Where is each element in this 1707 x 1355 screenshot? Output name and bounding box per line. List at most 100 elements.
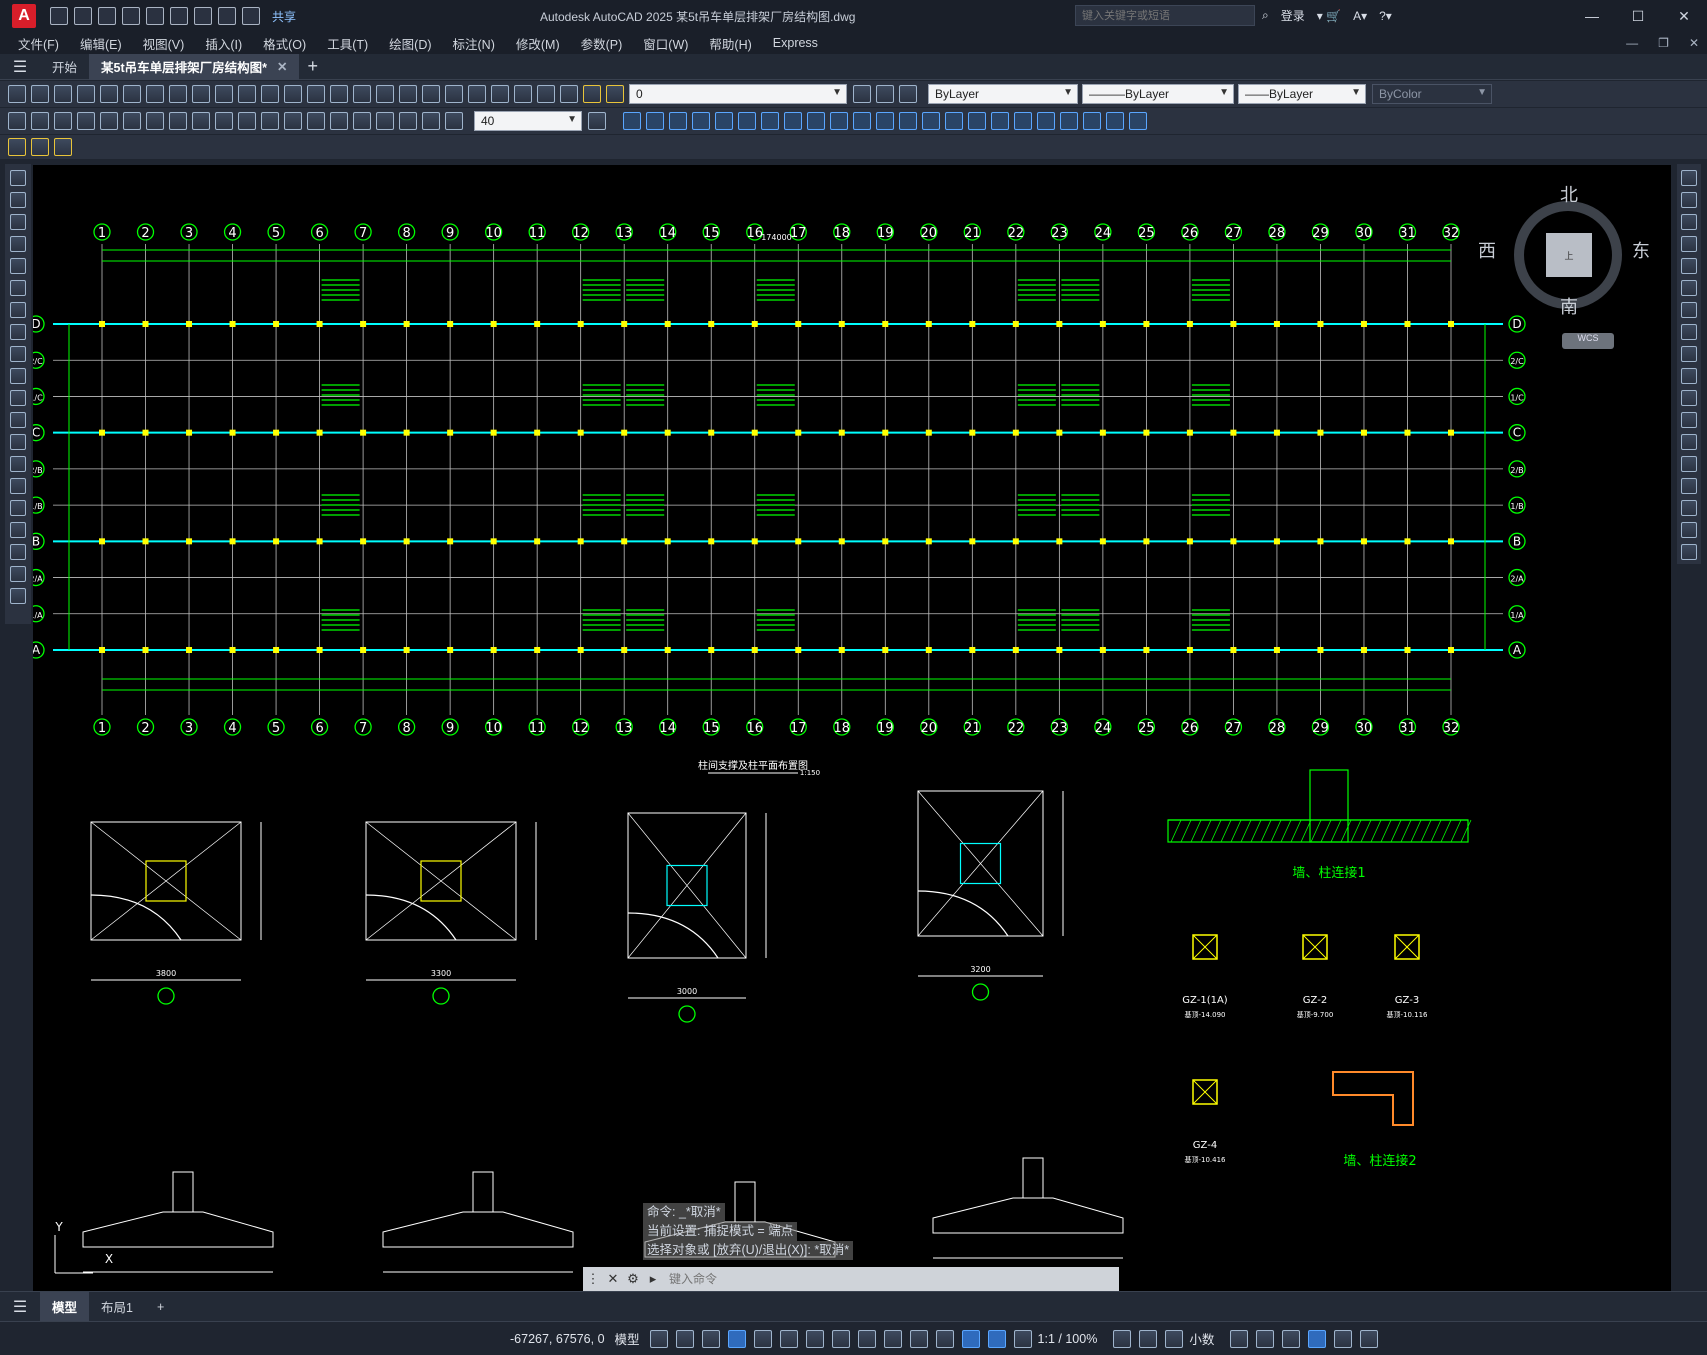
circle-icon[interactable] bbox=[10, 302, 26, 318]
auto-scale-icon[interactable] bbox=[987, 1329, 1006, 1348]
scale-icon[interactable] bbox=[784, 112, 802, 130]
viewcube[interactable]: 上 北 南 东 西 bbox=[1478, 181, 1650, 331]
polar-tracking-icon[interactable] bbox=[779, 1329, 798, 1348]
model-space-toggle[interactable]: 模型 bbox=[615, 1329, 640, 1348]
ordinate-icon[interactable] bbox=[77, 112, 95, 130]
dim-space-icon[interactable] bbox=[261, 112, 279, 130]
selection-cycling-icon[interactable] bbox=[935, 1329, 954, 1348]
dynamic-input-icon[interactable] bbox=[727, 1329, 746, 1348]
properties-icon[interactable] bbox=[399, 85, 417, 103]
mirror-icon[interactable] bbox=[669, 112, 687, 130]
linear-dim-icon[interactable] bbox=[8, 112, 26, 130]
menu-tools[interactable]: 工具(T) bbox=[327, 34, 368, 53]
ortho-icon[interactable] bbox=[753, 1329, 772, 1348]
coordinates-readout[interactable]: -67267, 67576, 0 bbox=[510, 1332, 605, 1346]
move-side-icon[interactable] bbox=[1681, 280, 1697, 296]
center-mark-icon[interactable] bbox=[330, 112, 348, 130]
extend-icon[interactable] bbox=[853, 112, 871, 130]
search-input[interactable] bbox=[1075, 5, 1255, 26]
print-icon[interactable] bbox=[77, 85, 95, 103]
menu-window[interactable]: 窗口(W) bbox=[643, 34, 688, 53]
insert-block-icon[interactable] bbox=[10, 412, 26, 428]
rotate-side-icon[interactable] bbox=[1681, 302, 1697, 318]
lineweight-icon[interactable] bbox=[883, 1329, 902, 1348]
dim-update-icon[interactable] bbox=[445, 112, 463, 130]
blend-icon[interactable] bbox=[991, 112, 1009, 130]
construction-line-icon[interactable] bbox=[10, 192, 26, 208]
pan-icon[interactable] bbox=[307, 85, 325, 103]
help-tool-icon[interactable] bbox=[537, 85, 555, 103]
batch-plot-icon[interactable] bbox=[54, 138, 72, 156]
spline-icon[interactable] bbox=[10, 346, 26, 362]
compass-east[interactable]: 东 bbox=[1632, 237, 1650, 263]
new-icon[interactable] bbox=[50, 7, 68, 25]
open-web-icon[interactable] bbox=[146, 7, 164, 25]
draworder-icon[interactable] bbox=[1106, 112, 1124, 130]
workspace-gear-icon[interactable] bbox=[1113, 1329, 1132, 1348]
break-icon[interactable] bbox=[876, 112, 894, 130]
redo-tool-icon[interactable] bbox=[284, 85, 302, 103]
snap-icon[interactable] bbox=[675, 1329, 694, 1348]
search-icon[interactable]: ⌕ bbox=[1262, 8, 1269, 23]
erase-side-icon[interactable] bbox=[1681, 170, 1697, 186]
jogged-icon[interactable] bbox=[123, 112, 141, 130]
drawing-minimize-button[interactable]: — bbox=[1626, 36, 1638, 50]
markup-icon[interactable] bbox=[491, 85, 509, 103]
menu-format[interactable]: 格式(O) bbox=[263, 34, 306, 53]
close-command-icon[interactable]: ✕ bbox=[603, 1271, 623, 1287]
stretch-icon[interactable] bbox=[807, 112, 825, 130]
object-snap-icon[interactable] bbox=[857, 1329, 876, 1348]
publish-icon[interactable] bbox=[123, 85, 141, 103]
explode-side-icon[interactable] bbox=[1681, 544, 1697, 560]
rectangle-icon[interactable] bbox=[10, 258, 26, 274]
isodraft-icon[interactable] bbox=[805, 1329, 824, 1348]
redo-icon[interactable] bbox=[242, 7, 260, 25]
table-icon[interactable] bbox=[10, 544, 26, 560]
menu-parametric[interactable]: 参数(P) bbox=[581, 34, 623, 53]
plot-icon[interactable] bbox=[194, 7, 212, 25]
join-icon[interactable] bbox=[899, 112, 917, 130]
lineweight-dropdown[interactable]: —— ByLayer ▼ bbox=[1238, 84, 1366, 104]
offset-side-icon[interactable] bbox=[1681, 236, 1697, 252]
zoom-realtime-icon[interactable] bbox=[330, 85, 348, 103]
revcloud-icon[interactable] bbox=[1083, 112, 1101, 130]
save-file-icon[interactable] bbox=[54, 85, 72, 103]
menu-express[interactable]: Express bbox=[773, 36, 818, 50]
menu-file[interactable]: 文件(F) bbox=[18, 34, 59, 53]
match-properties-icon[interactable] bbox=[215, 85, 233, 103]
polygon-icon[interactable] bbox=[10, 236, 26, 252]
inspect-icon[interactable] bbox=[353, 112, 371, 130]
wipeout-icon[interactable] bbox=[1060, 112, 1078, 130]
clean-screen-icon[interactable] bbox=[1334, 1329, 1353, 1348]
infer-constraints-icon[interactable] bbox=[701, 1329, 720, 1348]
save-as-icon[interactable] bbox=[122, 7, 140, 25]
mtext-icon[interactable] bbox=[10, 566, 26, 582]
open-file-icon[interactable] bbox=[31, 85, 49, 103]
region-icon[interactable] bbox=[1014, 112, 1032, 130]
tab-drawing[interactable]: 某5t吊车单层排架厂房结构图* ✕ bbox=[89, 53, 300, 80]
menu-modify[interactable]: 修改(M) bbox=[516, 34, 560, 53]
menu-help[interactable]: 帮助(H) bbox=[709, 34, 751, 53]
menu-view[interactable]: 视图(V) bbox=[143, 34, 185, 53]
color-dropdown[interactable]: ByLayer ▼ bbox=[928, 84, 1078, 104]
layer-previous-icon[interactable] bbox=[876, 85, 894, 103]
wcs-menu[interactable]: WCS bbox=[1562, 333, 1614, 349]
arc-icon[interactable] bbox=[10, 280, 26, 296]
paste-icon[interactable] bbox=[192, 85, 210, 103]
trim-side-icon[interactable] bbox=[1681, 368, 1697, 384]
quick-properties-icon[interactable] bbox=[1230, 1329, 1249, 1348]
help-icon[interactable]: ?▾ bbox=[1379, 9, 1392, 23]
scale-side-icon[interactable] bbox=[1681, 324, 1697, 340]
menu-insert[interactable]: 插入(I) bbox=[205, 34, 242, 53]
save-icon[interactable] bbox=[98, 7, 116, 25]
units-value[interactable]: 小数 bbox=[1189, 1329, 1214, 1348]
array-side-icon[interactable] bbox=[1681, 258, 1697, 274]
annotation-visibility-icon[interactable] bbox=[961, 1329, 980, 1348]
isolate-objects-icon[interactable] bbox=[1282, 1329, 1301, 1348]
region-draw-icon[interactable] bbox=[10, 522, 26, 538]
copy-side-icon[interactable] bbox=[1681, 192, 1697, 208]
line-icon[interactable] bbox=[10, 170, 26, 186]
ellipse-icon[interactable] bbox=[10, 368, 26, 384]
layer-on-icon[interactable] bbox=[583, 85, 601, 103]
qnew-icon[interactable] bbox=[8, 85, 26, 103]
